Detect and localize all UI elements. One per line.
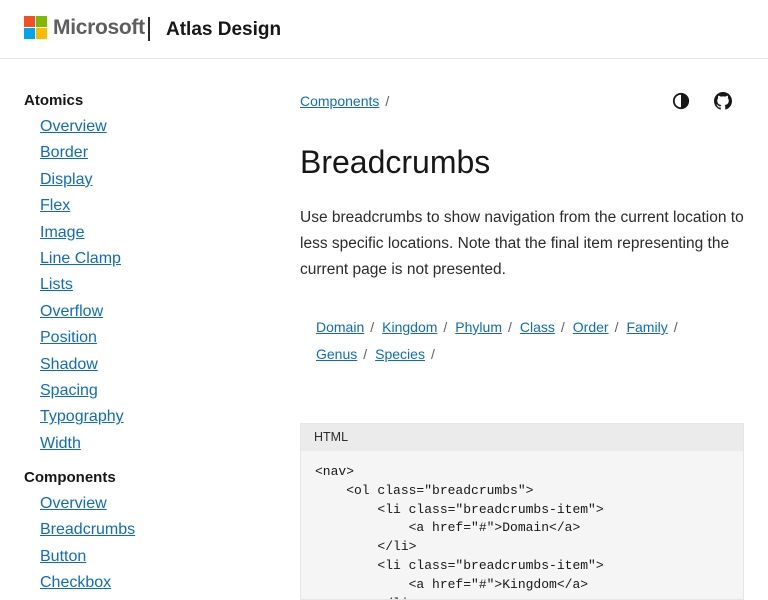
code-line: <a href="#">Kingdom</a> [315,576,589,592]
sidebar-item-breadcrumbs[interactable]: Breadcrumbs [24,517,254,543]
breadcrumb-item-domain: Domain / [316,314,374,341]
header-actions [672,92,732,112]
sidebar-link-checkbox[interactable]: Checkbox [40,574,111,591]
breadcrumb-separator: / [430,346,435,362]
sidebar-link-lists[interactable]: Lists [40,276,73,293]
breadcrumb-separator: / [507,319,512,335]
code-sample: HTML <nav> <ol class="breadcrumbs"> <li … [300,423,744,600]
sidebar-item-checkbox[interactable]: Checkbox [24,570,254,596]
code-line: <ol class="breadcrumbs"> [315,482,534,498]
code-language-label: HTML [301,424,743,451]
breadcrumb-link-order[interactable]: Order [573,319,609,335]
microsoft-logo-icon[interactable] [24,16,47,39]
nav-group-atomics: Atomics Overview Border Display Flex Image Li… [24,88,254,457]
header-divider [148,17,150,41]
page-description: Use breadcrumbs to show navigation from … [300,209,744,278]
sidebar-item-shadow[interactable]: Shadow [24,352,254,378]
sidebar-link-shadow[interactable]: Shadow [40,356,98,373]
sidebar-item-position[interactable]: Position [24,325,254,351]
breadcrumb-link-kingdom[interactable]: Kingdom [382,319,437,335]
nav-list: Overview Breadcrumbs Button Checkbox [24,491,254,597]
nav-group-title: Components [24,469,116,487]
breadcrumb-separator: / [673,319,678,335]
sidebar-item-overview[interactable]: Overview [24,491,254,517]
contrast-icon[interactable] [672,92,690,110]
sidebar-item-display[interactable]: Display [24,167,254,193]
breadcrumb-separator: / [443,319,448,335]
sidebar-link-width[interactable]: Width [40,435,81,452]
sidebar-item-flex[interactable]: Flex [24,193,254,219]
sidebar-link-border[interactable]: Border [40,144,88,161]
breadcrumb-item-kingdom: Kingdom / [382,314,447,341]
sidebar-link-image[interactable]: Image [40,224,84,241]
sidebar-item-spacing[interactable]: Spacing [24,378,254,404]
breadcrumb-separator: / [370,319,375,335]
code-line: </li> [315,595,729,599]
code-line: </li> [315,539,417,555]
sidebar-item-border[interactable]: Border [24,140,254,166]
breadcrumb-link-phylum[interactable]: Phylum [455,319,502,335]
sidebar-link-position[interactable]: Position [40,329,97,346]
breadcrumb-separator: / [560,319,565,335]
sidebar-link-breadcrumbs[interactable]: Breadcrumbs [40,521,135,538]
sidebar-link-display[interactable]: Display [40,171,92,188]
sidebar-link-line-clamp[interactable]: Line Clamp [40,250,121,267]
sidebar-link-typography[interactable]: Typography [40,408,124,425]
sidebar-item-line-clamp[interactable]: Line Clamp [24,246,254,272]
breadcrumb-link-domain[interactable]: Domain [316,319,364,335]
github-icon[interactable] [714,92,732,110]
brand-name[interactable]: Microsoft [53,15,145,41]
breadcrumb-separator: / [363,346,368,362]
sidebar-item-overflow[interactable]: Overflow [24,299,254,325]
sidebar-link-overview[interactable]: Overview [40,495,107,512]
sidebar-link-flex[interactable]: Flex [40,197,70,214]
breadcrumb-item-species: Species / [375,341,435,368]
code-line: <li class="breadcrumbs-item"> [315,501,604,517]
sidebar-nav: Atomics Overview Border Display Flex Image Li… [24,88,254,597]
code-block[interactable]: <nav> <ol class="breadcrumbs"> <li class… [301,451,743,599]
sidebar-item-overview[interactable]: Overview [24,114,254,140]
code-line: <li class="breadcrumbs-item"> [315,557,604,573]
sidebar-item-image[interactable]: Image [24,220,254,246]
site-header: Microsoft Atlas Design [0,0,768,59]
sidebar-item-button[interactable]: Button [24,544,254,570]
sidebar-item-typography[interactable]: Typography [24,404,254,430]
sidebar-link-spacing[interactable]: Spacing [40,382,98,399]
breadcrumb-separator: / [385,93,390,109]
nav-group-title: Atomics [24,92,84,109]
sidebar-item-lists[interactable]: Lists [24,272,254,298]
nav-group-components: Components Overview Breadcrumbs Button Chec… [24,465,254,597]
nav-list: Overview Border Display Flex Image Line Clamp… [24,114,254,457]
breadcrumb-list: Domain / Kingdom / Phylum / Class / Order / Family… [316,314,736,368]
breadcrumb-link-class[interactable]: Class [520,319,555,335]
example-breadcrumbs: Domain / Kingdom / Phylum / Class / Order / Family… [316,314,736,368]
sidebar-item-width[interactable]: Width [24,431,254,457]
breadcrumb-link-genus[interactable]: Genus [316,346,357,362]
breadcrumb-link-family[interactable]: Family [626,319,667,335]
code-line: <a href="#">Domain</a> [315,520,581,536]
breadcrumb-item-order: Order / [573,314,619,341]
breadcrumb-item-family: Family / [626,314,677,341]
breadcrumb-link-components[interactable]: Components [300,93,379,109]
sidebar-link-button[interactable]: Button [40,548,86,565]
sidebar-link-overview[interactable]: Overview [40,118,107,135]
sidebar-link-overflow[interactable]: Overflow [40,303,103,320]
page-title: Breadcrumbs [300,144,491,180]
breadcrumb-separator: / [614,319,619,335]
code-line: <nav> [315,464,355,479]
breadcrumb-item-genus: Genus / [316,341,367,368]
breadcrumb-link-species[interactable]: Species [375,346,425,362]
breadcrumb-item-phylum: Phylum / [455,314,512,341]
breadcrumb-item-class: Class / [520,314,565,341]
site-title[interactable]: Atlas Design [166,18,281,42]
